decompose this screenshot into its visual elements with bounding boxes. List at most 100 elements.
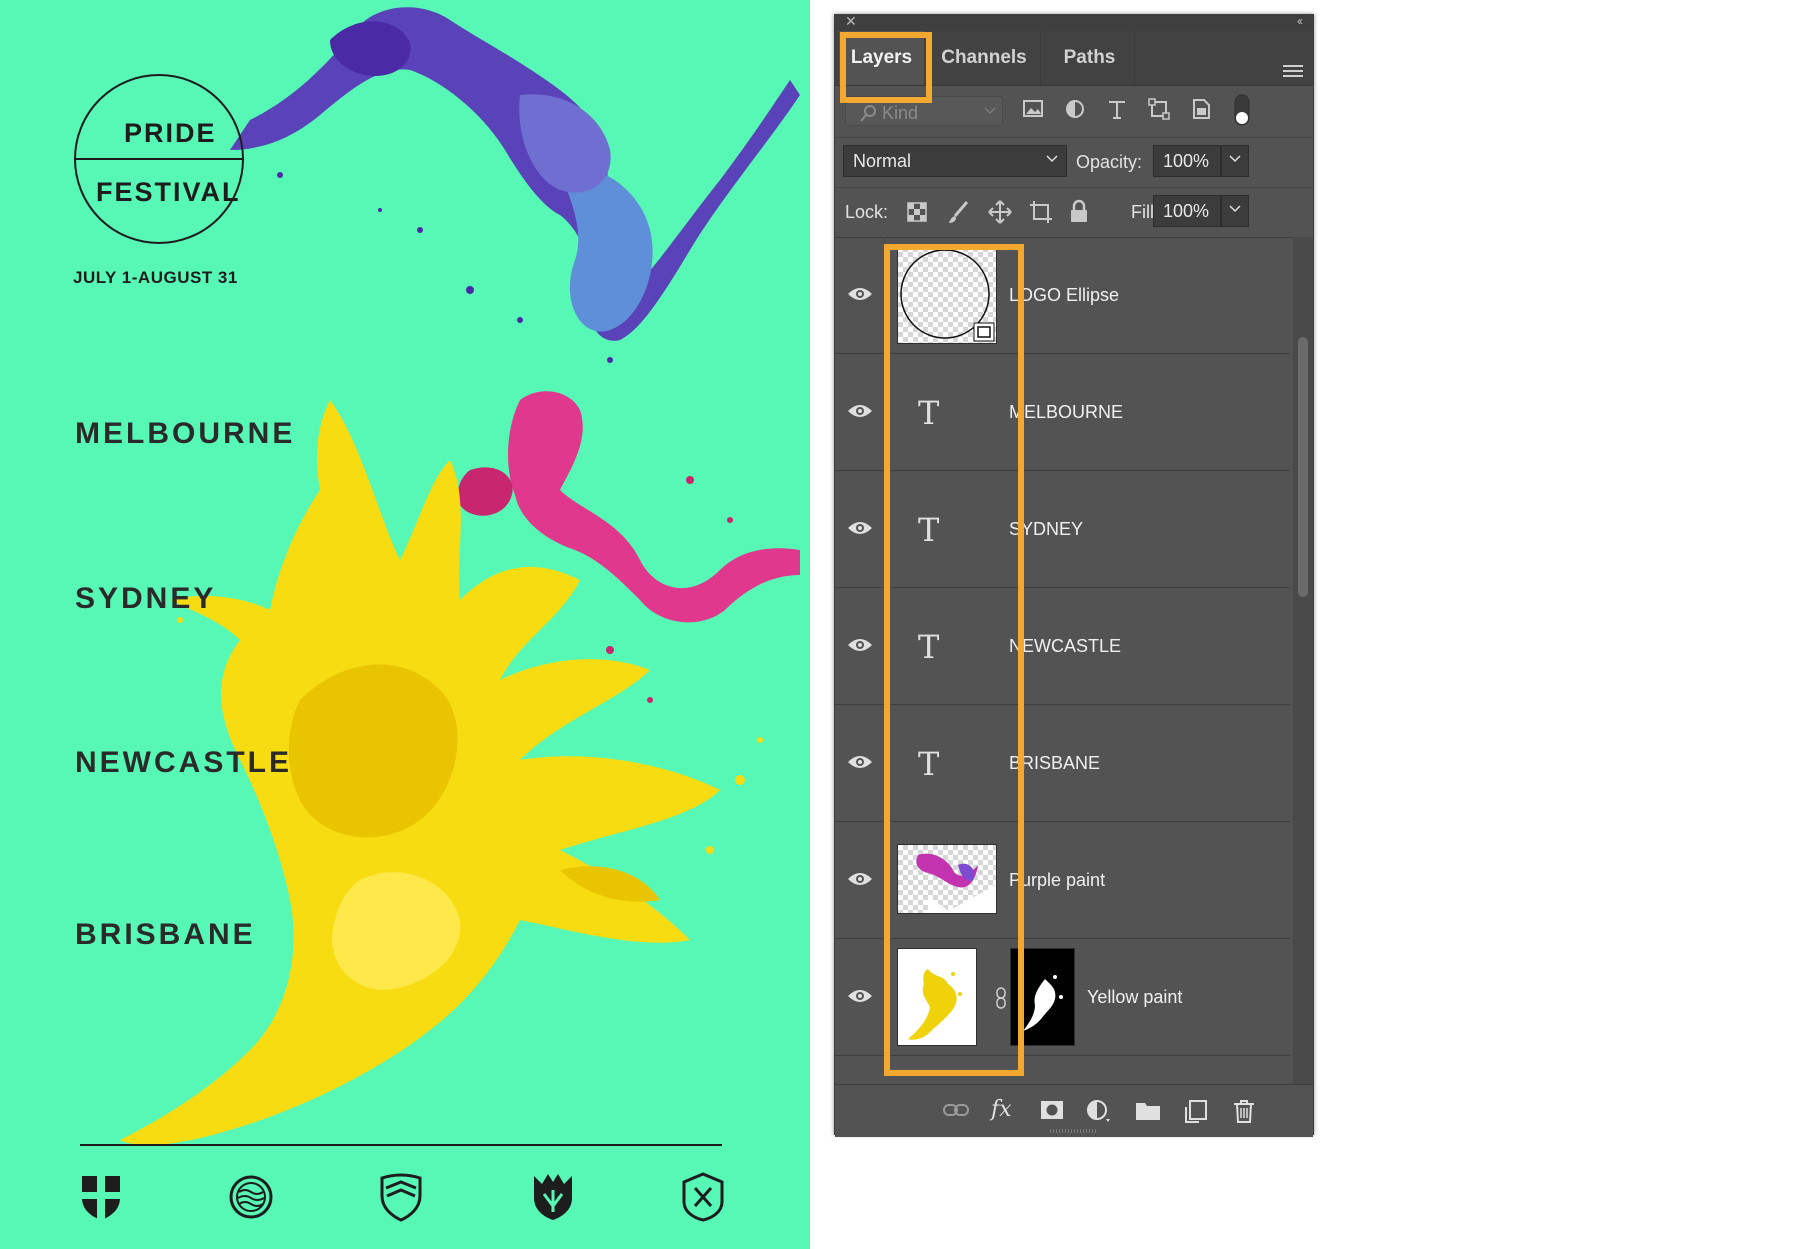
visibility-toggle[interactable] xyxy=(835,939,885,1055)
visibility-toggle[interactable] xyxy=(835,237,885,353)
text-layer-icon: T xyxy=(918,628,939,666)
panel-menu-icon[interactable] xyxy=(1283,65,1303,81)
close-icon[interactable]: ✕ xyxy=(845,13,857,30)
layer-thumbnail-purple-paint xyxy=(897,844,997,914)
layer-row-newcastle[interactable]: T NEWCASTLE xyxy=(835,588,1290,705)
logo-divider xyxy=(74,158,244,160)
tab-paths[interactable]: Paths xyxy=(1045,31,1135,85)
chevron-down-icon xyxy=(1046,155,1058,163)
adjustment-layer-icon[interactable] xyxy=(1086,1099,1112,1123)
lock-artboard-icon[interactable] xyxy=(1029,200,1053,224)
layer-name[interactable]: BRISBANE xyxy=(1009,705,1100,822)
city-brisbane: BRISBANE xyxy=(75,918,256,952)
eye-icon xyxy=(847,284,873,304)
filter-kind-dropdown[interactable]: Kind xyxy=(845,96,1003,126)
layer-thumbnail-yellow-paint xyxy=(897,948,977,1046)
round-crest-icon xyxy=(228,1172,274,1222)
layer-name[interactable]: Purple paint xyxy=(1009,822,1105,939)
collapse-icon[interactable]: ‹‹ xyxy=(1297,14,1301,28)
eye-icon xyxy=(847,401,873,421)
chevron-down-icon xyxy=(1229,205,1241,213)
lock-all-icon[interactable] xyxy=(1069,199,1089,223)
lock-row: Lock: Fill: 100% xyxy=(835,187,1313,238)
scrollbar-thumb[interactable] xyxy=(1298,337,1308,597)
blend-mode-dropdown[interactable]: Normal xyxy=(843,145,1067,177)
city-newcastle: NEWCASTLE xyxy=(75,746,292,780)
text-layer-icon: T xyxy=(918,394,939,432)
logo-text-pride: PRIDE xyxy=(124,118,217,149)
add-mask-icon[interactable] xyxy=(1040,1099,1064,1121)
fill-slider-toggle[interactable] xyxy=(1221,195,1249,227)
filter-toggle-switch[interactable] xyxy=(1233,94,1251,128)
poster-divider xyxy=(80,1144,722,1146)
blend-mode-value: Normal xyxy=(853,151,911,171)
ellipse-shape-thumbnail xyxy=(898,247,996,343)
lock-position-icon[interactable] xyxy=(988,200,1012,224)
chevron-down-icon xyxy=(1229,155,1241,163)
city-melbourne: MELBOURNE xyxy=(75,417,295,451)
layer-row-purple-paint[interactable]: Purple paint xyxy=(835,822,1290,939)
visibility-toggle[interactable] xyxy=(835,588,885,704)
lock-pixels-icon[interactable] xyxy=(947,200,969,224)
lock-label: Lock: xyxy=(845,187,888,237)
adjustment-filter-icon[interactable] xyxy=(1064,98,1086,120)
shield-chevron-icon xyxy=(378,1172,424,1222)
layer-filter-row: Kind xyxy=(835,86,1313,138)
panel-resize-grip[interactable] xyxy=(1050,1129,1096,1133)
text-layer-icon: T xyxy=(918,745,939,783)
shield-cross-icon xyxy=(78,1172,124,1222)
layer-name[interactable]: NEWCASTLE xyxy=(1009,588,1121,705)
mask-shape xyxy=(1011,949,1074,1045)
opacity-input[interactable]: 100% xyxy=(1153,145,1221,177)
panel-bottom-toolbar: fx xyxy=(835,1084,1313,1137)
eye-icon xyxy=(847,752,873,772)
purple-paint-thumbnail xyxy=(898,845,996,913)
new-group-icon[interactable] xyxy=(1135,1099,1161,1121)
visibility-toggle[interactable] xyxy=(835,822,885,938)
layer-mask-thumbnail[interactable] xyxy=(1010,948,1075,1046)
yellow-paint-thumbnail xyxy=(898,949,976,1045)
layer-row-logo-ellipse[interactable]: LOGO Ellipse xyxy=(835,237,1290,354)
layer-row-brisbane[interactable]: T BRISBANE xyxy=(835,705,1290,822)
city-sydney: SYDNEY xyxy=(75,582,216,616)
panel-tabs: Layers Channels Paths xyxy=(835,31,1313,86)
layer-row-yellow-paint[interactable]: Yellow paint xyxy=(835,939,1290,1056)
layers-scrollbar[interactable] xyxy=(1293,237,1313,1084)
layer-name[interactable]: SYDNEY xyxy=(1009,471,1083,588)
chevron-down-icon xyxy=(984,107,996,115)
tab-channels[interactable]: Channels xyxy=(928,31,1041,85)
tab-layers[interactable]: Layers xyxy=(839,31,924,85)
layer-row-melbourne[interactable]: T MELBOURNE xyxy=(835,354,1290,471)
visibility-toggle[interactable] xyxy=(835,354,885,470)
smart-object-filter-icon[interactable] xyxy=(1190,98,1212,120)
fill-input[interactable]: 100% xyxy=(1153,195,1221,227)
layer-name[interactable]: LOGO Ellipse xyxy=(1009,237,1119,354)
new-layer-icon[interactable] xyxy=(1185,1099,1207,1123)
opacity-slider-toggle[interactable] xyxy=(1221,145,1249,177)
shape-filter-icon[interactable] xyxy=(1148,98,1170,120)
pixel-layer-filter-icon[interactable] xyxy=(1022,98,1044,120)
visibility-toggle[interactable] xyxy=(835,705,885,821)
eye-icon xyxy=(847,635,873,655)
opacity-value: 100% xyxy=(1163,151,1209,171)
layer-name[interactable]: MELBOURNE xyxy=(1009,354,1123,471)
fx-icon[interactable]: fx xyxy=(991,1097,1012,1122)
layer-name[interactable]: Yellow paint xyxy=(1087,939,1182,1056)
eye-icon xyxy=(847,986,873,1006)
layer-row-sydney[interactable]: T SYDNEY xyxy=(835,471,1290,588)
opacity-label: Opacity: xyxy=(1076,137,1142,187)
poster-canvas: PRIDE FESTIVAL JULY 1-AUGUST 31 MELBOURN… xyxy=(0,0,810,1249)
crown-crest-icon xyxy=(530,1172,576,1222)
eye-icon xyxy=(847,518,873,538)
link-layers-icon[interactable] xyxy=(943,1103,969,1117)
visibility-toggle[interactable] xyxy=(835,471,885,587)
type-filter-icon[interactable] xyxy=(1106,98,1128,120)
layers-panel: ✕ ‹‹ Layers Channels Paths Kind xyxy=(834,14,1314,1135)
mask-link-icon[interactable] xyxy=(995,987,1007,1009)
fill-value: 100% xyxy=(1163,201,1209,221)
search-icon xyxy=(860,104,878,122)
lock-transparent-icon[interactable] xyxy=(907,202,927,222)
delete-icon[interactable] xyxy=(1233,1099,1255,1123)
panel-title-bar: ✕ ‹‹ xyxy=(835,15,1313,31)
layer-list: LOGO Ellipse T MELBOURNE T SYDNEY T NEWC… xyxy=(835,237,1290,1084)
